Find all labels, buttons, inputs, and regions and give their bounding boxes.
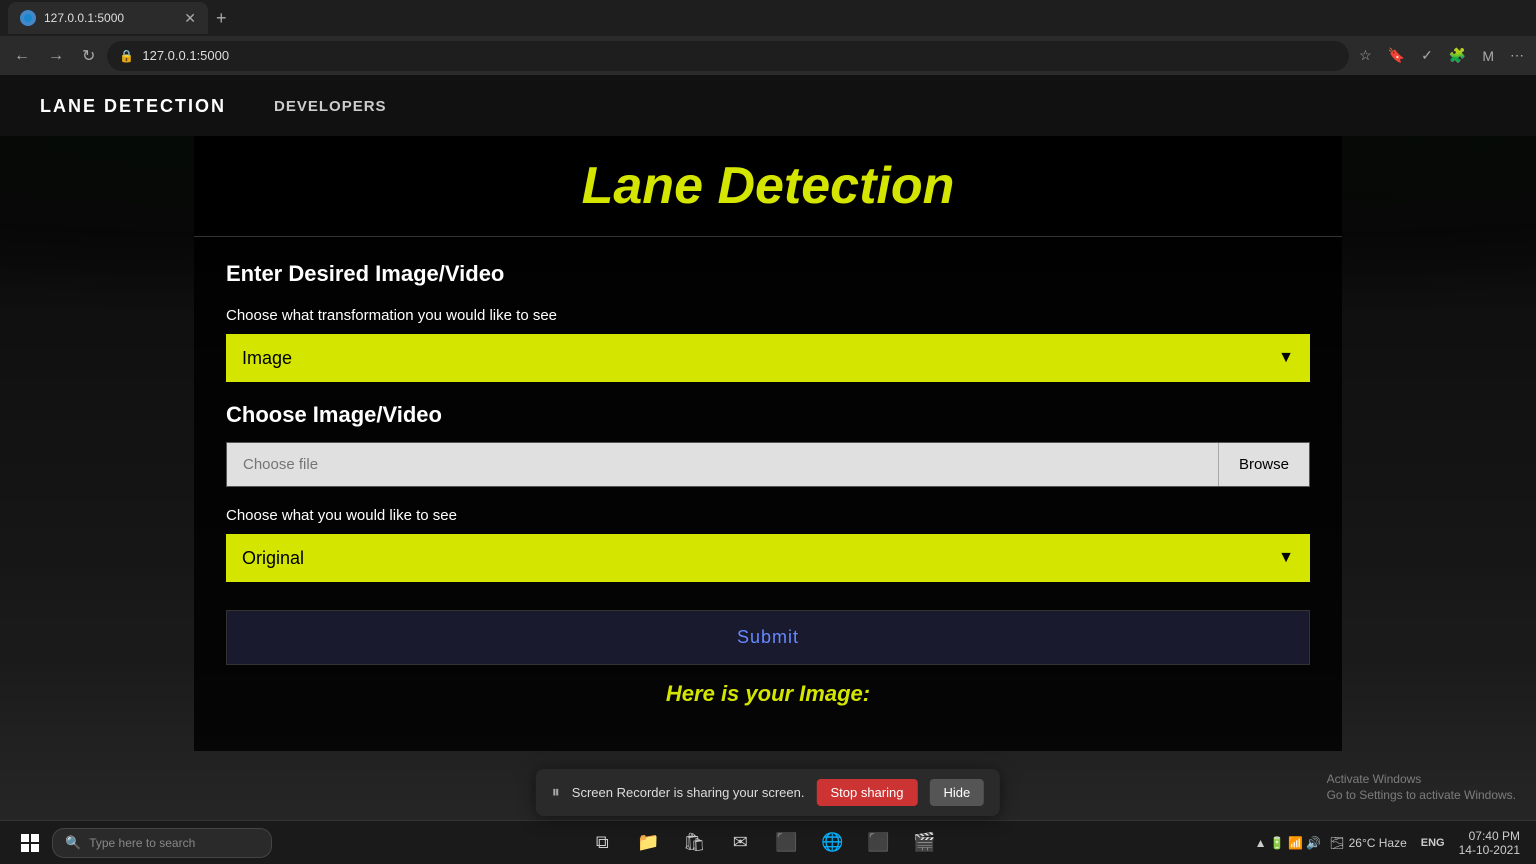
activate-windows-line1: Activate Windows: [1327, 772, 1516, 786]
app-navbar: LANE DETECTION DEVELOPERS: [0, 76, 1536, 136]
transformation-select[interactable]: Image Video: [226, 334, 1310, 382]
section-heading: Enter Desired Image/Video: [226, 261, 1310, 287]
taskbar-language: ENG: [1415, 837, 1451, 849]
taskbar: 🔍 Type here to search ⧉ 📁 🛍 ✉ ⬛ 🌐 ⬛ 🎬 ▲ …: [0, 820, 1536, 864]
screen-share-pause-icon: ⏸: [552, 784, 560, 802]
result-label: Here is your Image:: [226, 681, 1310, 707]
taskbar-chrome-icon[interactable]: 🌐: [812, 823, 852, 863]
weather-text: 26°C Haze: [1349, 836, 1407, 850]
screen-share-message: Screen Recorder is sharing your screen.: [572, 785, 805, 800]
taskbar-explorer-icon[interactable]: 📁: [628, 823, 668, 863]
view-dropdown-wrapper: Original Grayscale Edge Detection Lane D…: [226, 534, 1310, 582]
extensions-icon[interactable]: 🧩: [1445, 43, 1470, 68]
stop-sharing-button[interactable]: Stop sharing: [816, 779, 917, 806]
view-row: Choose what you would like to see Origin…: [226, 507, 1310, 582]
taskbar-date: 14-10-2021: [1459, 843, 1520, 857]
file-label: Choose Image/Video: [226, 402, 1310, 428]
taskbar-store-icon[interactable]: 🛍: [674, 823, 714, 863]
activate-windows-line2: Go to Settings to activate Windows.: [1327, 788, 1516, 802]
main-area: Lane Detection Enter Desired Image/Video…: [0, 136, 1536, 864]
taskbar-camtasia-icon[interactable]: 🎬: [904, 823, 944, 863]
new-tab-button[interactable]: +: [212, 4, 231, 33]
file-input-field[interactable]: [227, 443, 1218, 486]
taskbar-mail-icon[interactable]: ✉: [720, 823, 760, 863]
secure-icon: 🔒: [119, 49, 134, 63]
address-bar[interactable]: 🔒 127.0.0.1:5000: [107, 41, 1349, 71]
bookmark-icon[interactable]: ☆: [1355, 43, 1376, 68]
transformation-row: Choose what transformation you would lik…: [226, 307, 1310, 382]
taskbar-task-view[interactable]: ⧉: [582, 823, 622, 863]
section-heading-row: Enter Desired Image/Video: [226, 261, 1310, 287]
taskbar-app-icons: ⧉ 📁 🛍 ✉ ⬛ 🌐 ⬛ 🎬: [272, 823, 1255, 863]
browse-button[interactable]: Browse: [1218, 443, 1309, 486]
taskbar-terminal-icon[interactable]: ⬛: [858, 823, 898, 863]
panel-header: Lane Detection: [194, 136, 1342, 237]
forward-button[interactable]: →: [42, 43, 70, 69]
tab-close-icon[interactable]: ✕: [184, 10, 196, 27]
todo-icon[interactable]: ✓: [1417, 43, 1437, 68]
browser-tab-bar: 127.0.0.1:5000 ✕ +: [0, 0, 1536, 36]
file-input-container: Browse: [226, 442, 1310, 487]
taskbar-systray-icons: ▲ 🔋 📶 🔊: [1255, 836, 1322, 850]
profile-icon[interactable]: M: [1478, 44, 1498, 68]
back-button[interactable]: ←: [8, 43, 36, 69]
taskbar-search-box[interactable]: 🔍 Type here to search: [52, 828, 272, 858]
taskbar-search-placeholder: Type here to search: [89, 836, 195, 850]
start-button[interactable]: [8, 821, 52, 864]
taskbar-systray: ▲ 🔋 📶 🔊 🌫 26°C Haze ENG 07:40 PM 14-10-2…: [1255, 829, 1528, 857]
file-input-row: Choose Image/Video Browse: [226, 402, 1310, 487]
address-text: 127.0.0.1:5000: [142, 48, 1337, 63]
browser-tab-active[interactable]: 127.0.0.1:5000 ✕: [8, 2, 208, 34]
result-section: Here is your Image:: [226, 681, 1310, 707]
browser-toolbar: ← → ↻ 🔒 127.0.0.1:5000 ☆ 🔖 ✓ 🧩 M ⋯: [0, 36, 1536, 76]
taskbar-time: 07:40 PM: [1459, 829, 1520, 843]
transformation-label: Choose what transformation you would lik…: [226, 307, 1310, 324]
taskbar-vscode-icon[interactable]: ⬛: [766, 823, 806, 863]
submit-button[interactable]: Submit: [226, 610, 1310, 665]
transformation-dropdown-wrapper: Image Video ▼: [226, 334, 1310, 382]
content-panel: Lane Detection Enter Desired Image/Video…: [194, 136, 1342, 751]
hide-button[interactable]: Hide: [929, 779, 984, 806]
bookmark-list-icon[interactable]: 🔖: [1384, 43, 1409, 68]
taskbar-clock: 07:40 PM 14-10-2021: [1459, 829, 1520, 857]
page-title: Lane Detection: [214, 156, 1322, 216]
tab-title: 127.0.0.1:5000: [44, 11, 176, 25]
navbar-brand[interactable]: LANE DETECTION: [40, 96, 226, 117]
view-label: Choose what you would like to see: [226, 507, 1310, 524]
navbar-link-developers[interactable]: DEVELOPERS: [274, 94, 387, 119]
activate-windows-watermark: Activate Windows Go to Settings to activ…: [1327, 772, 1516, 804]
reload-button[interactable]: ↻: [76, 42, 101, 70]
panel-body: Enter Desired Image/Video Choose what tr…: [194, 237, 1342, 731]
screen-share-bar: ⏸ Screen Recorder is sharing your screen…: [536, 769, 1000, 816]
tab-favicon: [20, 10, 36, 26]
toolbar-right: ☆ 🔖 ✓ 🧩 M ⋯: [1355, 43, 1528, 68]
taskbar-search-icon: 🔍: [65, 835, 81, 851]
taskbar-weather: 🌫 26°C Haze: [1329, 836, 1406, 850]
weather-icon: 🌫: [1329, 836, 1344, 850]
view-select[interactable]: Original Grayscale Edge Detection Lane D…: [226, 534, 1310, 582]
menu-icon[interactable]: ⋯: [1506, 43, 1528, 68]
